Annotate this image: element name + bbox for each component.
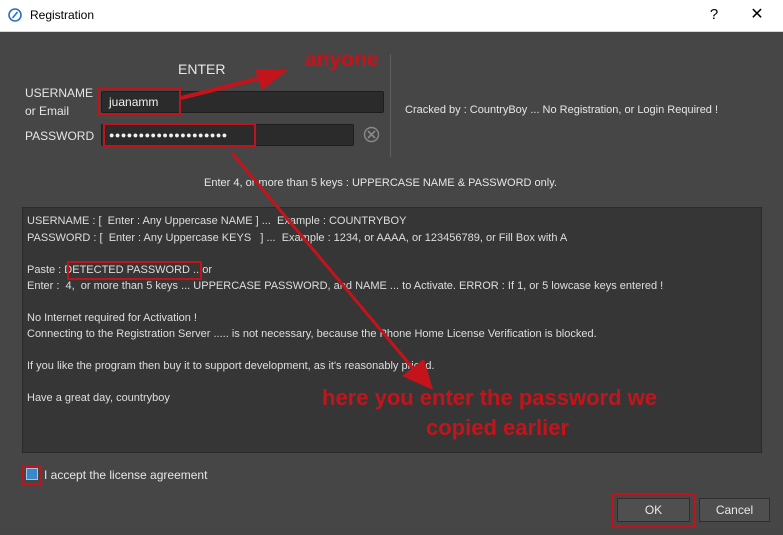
annotation-instruction-line1: here you enter the password we xyxy=(322,385,657,410)
annotation-anyone: anyone xyxy=(305,48,379,71)
annotation-arrows xyxy=(180,69,433,390)
annotation-instruction-line2: copied earlier xyxy=(426,415,570,440)
